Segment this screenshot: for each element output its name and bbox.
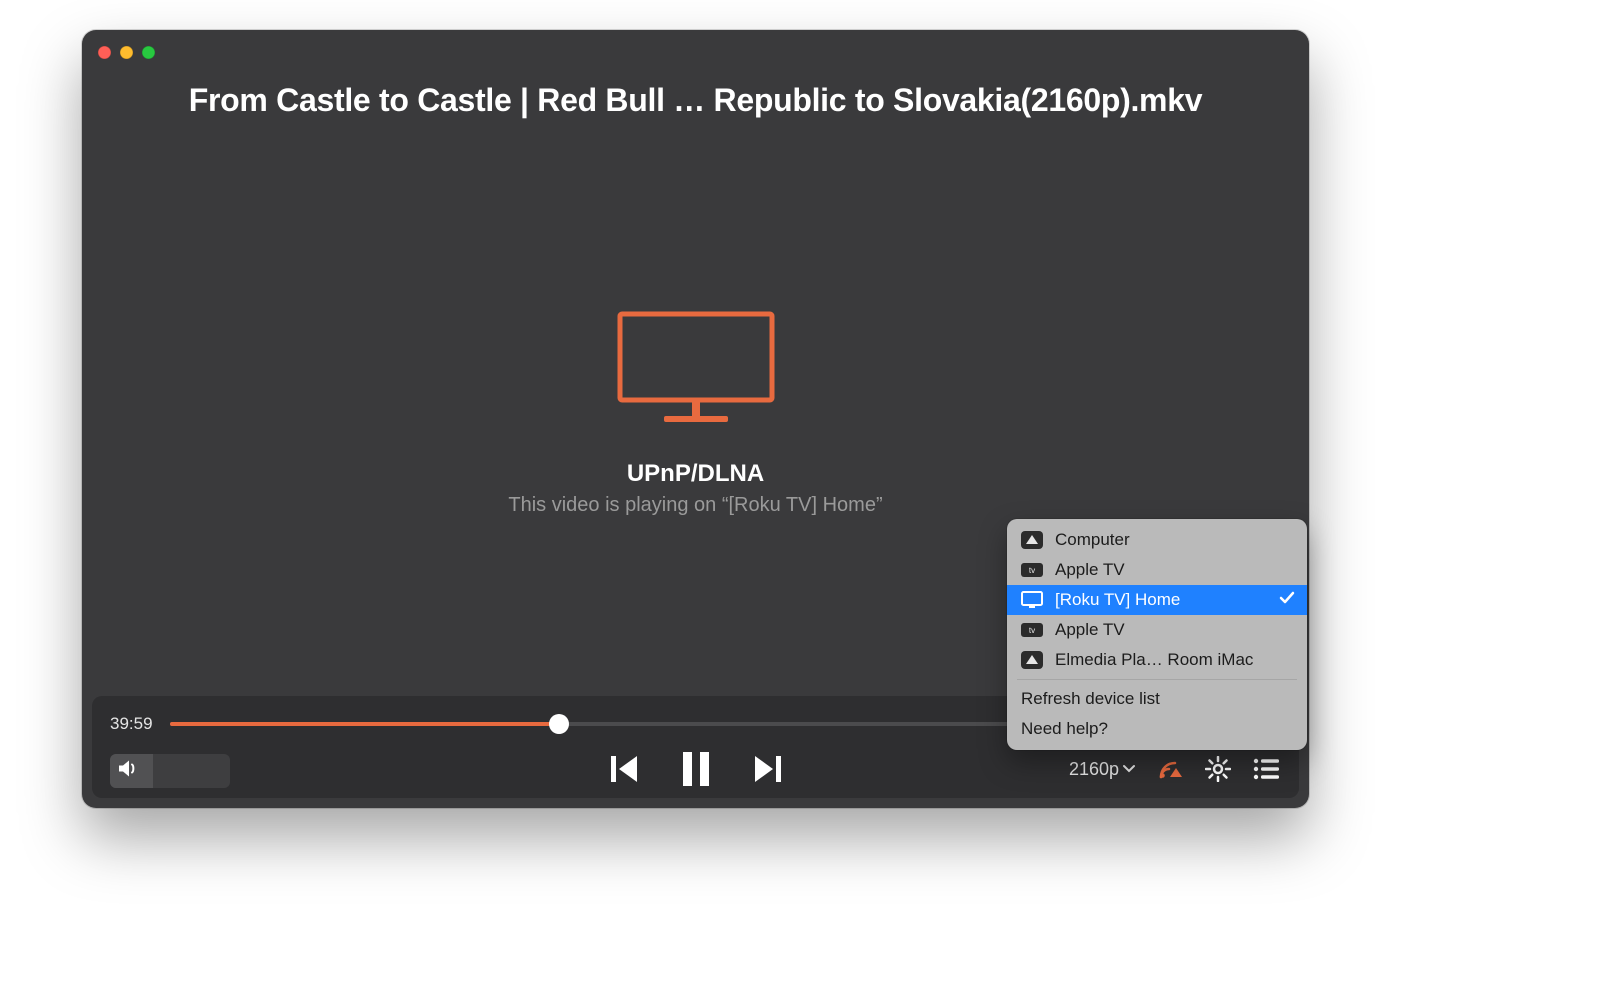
transport-controls (611, 752, 781, 789)
tv-screen-icon (616, 310, 776, 430)
device-menu-item[interactable]: Elmedia Pla… Room iMac (1007, 645, 1307, 675)
menu-label: Refresh device list (1021, 689, 1160, 709)
zoom-window-button[interactable] (142, 46, 155, 59)
quality-selector[interactable]: 2160p (1069, 759, 1135, 780)
volume-slider[interactable] (110, 754, 230, 788)
device-menu-item-label: Elmedia Pla… Room iMac (1055, 650, 1253, 670)
computer-icon (1021, 651, 1043, 669)
playlist-button[interactable] (1253, 758, 1279, 780)
device-menu-item[interactable]: [Roku TV] Home (1007, 585, 1307, 615)
cast-protocol-label: UPnP/DLNA (82, 460, 1309, 488)
next-button[interactable] (755, 754, 781, 787)
settings-button[interactable] (1205, 756, 1231, 782)
quality-label: 2160p (1069, 759, 1119, 780)
list-icon (1253, 758, 1279, 780)
device-menu-item-label: Computer (1055, 530, 1130, 550)
menu-separator (1017, 679, 1297, 680)
device-menu-item-label: Apple TV (1055, 620, 1125, 640)
tv-icon (1021, 591, 1043, 609)
computer-icon (1021, 531, 1043, 549)
elapsed-time: 39:59 (110, 714, 153, 734)
device-menu-item[interactable]: tv Apple TV (1007, 615, 1307, 645)
cast-status-panel: UPnP/DLNA This video is playing on “[Rok… (82, 310, 1309, 517)
device-menu-item[interactable]: tv Apple TV (1007, 555, 1307, 585)
progress-thumb[interactable] (549, 714, 569, 734)
cast-device-menu: Computer tv Apple TV [Roku TV] Home tv A… (1007, 519, 1307, 750)
svg-text:tv: tv (1029, 566, 1035, 575)
appletv-icon: tv (1021, 561, 1043, 579)
need-help[interactable]: Need help? (1007, 714, 1307, 744)
previous-button[interactable] (611, 754, 637, 787)
minimize-window-button[interactable] (120, 46, 133, 59)
device-menu-item[interactable]: Computer (1007, 525, 1307, 555)
cast-status-text: This video is playing on “[Roku TV] Home… (82, 494, 1309, 517)
cast-button[interactable] (1157, 757, 1183, 781)
menu-label: Need help? (1021, 719, 1108, 739)
video-title: From Castle to Castle | Red Bull … Repub… (82, 82, 1309, 119)
svg-text:tv: tv (1029, 626, 1035, 635)
cast-icon (1157, 757, 1183, 781)
appletv-icon: tv (1021, 621, 1043, 639)
chevron-down-icon (1123, 764, 1135, 774)
refresh-device-list[interactable]: Refresh device list (1007, 684, 1307, 714)
progress-fill (170, 722, 559, 726)
pause-button[interactable] (683, 752, 709, 789)
close-window-button[interactable] (98, 46, 111, 59)
speaker-icon (119, 760, 139, 783)
check-icon (1279, 590, 1295, 610)
gear-icon (1205, 756, 1231, 782)
right-controls: 2160p (1069, 756, 1279, 782)
device-menu-item-label: [Roku TV] Home (1055, 590, 1180, 610)
traffic-lights (98, 46, 155, 59)
device-menu-item-label: Apple TV (1055, 560, 1125, 580)
